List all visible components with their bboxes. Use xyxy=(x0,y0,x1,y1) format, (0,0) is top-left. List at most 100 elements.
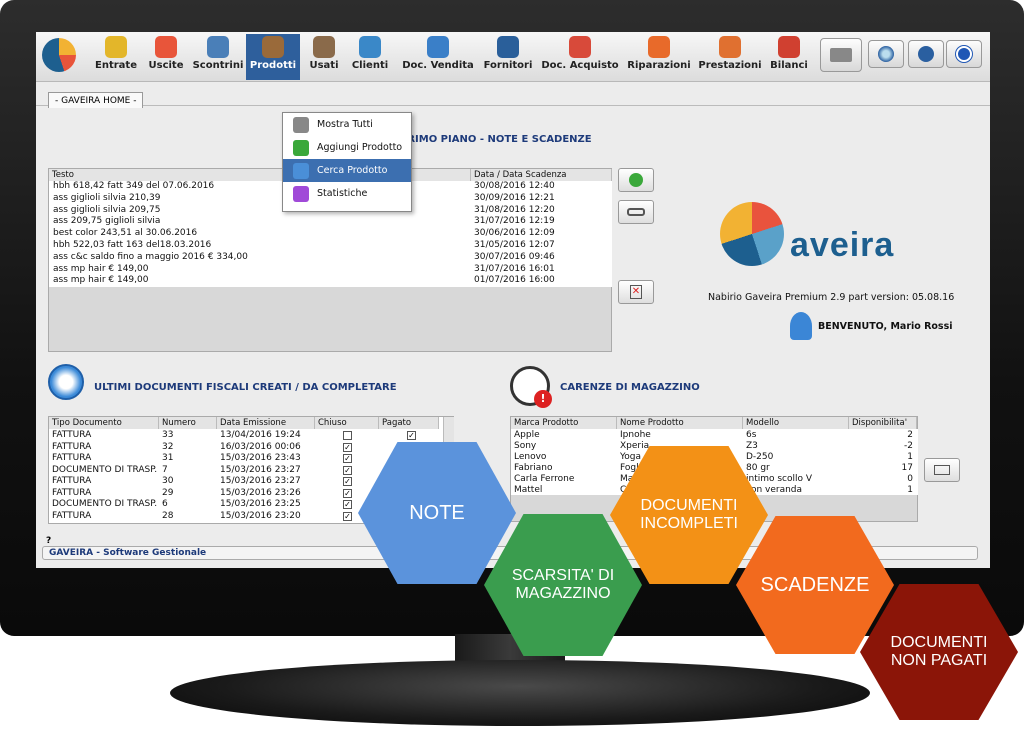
toolbar-label: Bilanci xyxy=(770,60,808,71)
toolbar-riparazioni[interactable]: Riparazioni xyxy=(626,34,692,80)
stock-col-2[interactable]: Modello xyxy=(743,417,849,429)
toolbar-uscite[interactable]: Uscite xyxy=(144,34,188,80)
note-row[interactable]: best color 243,51 al 30.06.2016 30/06/201… xyxy=(49,228,612,240)
toolbar-label: Prodotti xyxy=(249,60,297,71)
search-icon xyxy=(293,163,309,179)
notes-col-date[interactable]: Data / Data Scadenza xyxy=(471,169,612,181)
document-tipo: FATTURA xyxy=(52,441,92,452)
documents-col-1[interactable]: Numero xyxy=(159,417,217,429)
note-date: 01/07/2016 16:00 xyxy=(474,275,555,286)
box-icon xyxy=(262,36,284,58)
document-row[interactable]: FATTURA3216/03/2016 00:06✓✓ xyxy=(49,442,441,453)
help-mark[interactable]: ? xyxy=(46,536,51,546)
monitor-base xyxy=(170,660,870,726)
note-text: ass 209,75 giglioli silvia xyxy=(53,216,161,227)
stock-modello: con veranda xyxy=(746,485,803,495)
chiuso-checkbox[interactable]: ✓ xyxy=(343,488,352,498)
menu-item-mostra-tutti[interactable]: Mostra Tutti xyxy=(283,113,411,136)
toolbar-prestazioni[interactable]: Prestazioni xyxy=(696,34,764,80)
sale-document-icon xyxy=(427,36,449,58)
minimize-button[interactable] xyxy=(908,40,944,68)
coin-out-icon xyxy=(155,36,177,58)
documents-col-3[interactable]: Chiuso xyxy=(315,417,379,429)
alert-icon: ! xyxy=(534,390,552,408)
chiuso-checkbox[interactable]: ✓ xyxy=(343,442,352,452)
note-row[interactable]: ass mp hair € 149,00 31/07/2016 16:01 xyxy=(49,264,612,276)
note-row[interactable]: ass mp hair € 149,00 01/07/2016 16:00 xyxy=(49,275,612,287)
chiuso-checkbox[interactable]: ✓ xyxy=(343,454,352,463)
chiuso-checkbox[interactable]: ✓ xyxy=(343,500,352,509)
toolbar-label: Prestazioni xyxy=(698,60,762,71)
document-num: 6 xyxy=(162,499,168,509)
toolbar-scontrini[interactable]: Scontrini xyxy=(192,34,244,80)
menu-item-statistiche[interactable]: Statistiche xyxy=(283,182,411,205)
toolbar-doc-vendita[interactable]: Doc. Vendita xyxy=(398,34,478,80)
stock-disp: 2 xyxy=(907,430,913,440)
note-row[interactable]: ass c&c saldo fino a maggio 2016 € 334,0… xyxy=(49,252,612,264)
stock-print-button[interactable] xyxy=(924,458,960,482)
printer-button[interactable] xyxy=(820,38,862,72)
toolbar-label: Doc. Acquisto xyxy=(541,60,619,71)
stock-modello: intimo scollo V xyxy=(746,474,813,484)
note-row[interactable]: hbh 522,03 fatt 163 del18.03.2016 31/05/2… xyxy=(49,240,612,252)
toolbar-prodotti[interactable]: Prodotti xyxy=(246,34,300,80)
welcome-text: BENVENUTO, Mario Rossi xyxy=(818,321,953,332)
document-num: 28 xyxy=(162,510,174,521)
document-tipo: FATTURA xyxy=(52,510,92,521)
used-box-icon xyxy=(313,36,335,58)
tab-home[interactable]: - GAVEIRA HOME - xyxy=(48,92,144,108)
stock-row[interactable]: Apple Ipnohe 6s 2 xyxy=(511,430,918,441)
documents-col-0[interactable]: Tipo Documento xyxy=(49,417,159,429)
edit-note-button[interactable] xyxy=(618,200,654,224)
add-note-button[interactable] xyxy=(618,168,654,192)
documents-col-2[interactable]: Data Emissione xyxy=(217,417,315,429)
toolbar-bilanci[interactable]: Bilanci xyxy=(768,34,810,80)
document-row[interactable]: FATTURA 33 13/04/2016 19:24 ✓ xyxy=(49,430,441,441)
chiuso-checkbox[interactable]: ✓ xyxy=(343,465,352,475)
document-row[interactable]: FATTURA3115/03/2016 23:43✓✓ xyxy=(49,453,441,464)
stock-col-0[interactable]: Marca Prodotto xyxy=(511,417,617,429)
tab-bar xyxy=(36,82,990,106)
chiuso-checkbox[interactable] xyxy=(343,431,352,440)
document-data: 15/03/2016 23:20 xyxy=(220,510,301,521)
print-icon xyxy=(934,465,950,475)
settings-button[interactable] xyxy=(868,40,904,68)
toolbar-doc-acquisto[interactable]: Doc. Acquisto xyxy=(538,34,622,80)
document-num: 33 xyxy=(162,430,174,440)
power-button[interactable] xyxy=(946,40,982,68)
delete-note-button[interactable]: ✕ xyxy=(618,280,654,304)
gaveira-logo xyxy=(720,202,784,266)
menu-item-aggiungi-prodotto[interactable]: Aggiungi Prodotto xyxy=(283,136,411,159)
pagato-checkbox[interactable]: ✓ xyxy=(407,431,416,440)
menu-item-label: Statistiche xyxy=(317,188,368,199)
toolbar-entrate[interactable]: Entrate xyxy=(92,34,140,80)
menu-item-cerca-prodotto[interactable]: Cerca Prodotto xyxy=(283,159,411,182)
add-icon xyxy=(293,140,309,156)
document-data: 15/03/2016 23:27 xyxy=(220,464,301,475)
user-icon xyxy=(790,312,812,340)
document-tipo: FATTURA xyxy=(52,476,92,486)
delete-icon: ✕ xyxy=(630,285,642,299)
suppliers-icon xyxy=(497,36,519,58)
document-tipo: FATTURA xyxy=(52,453,92,463)
chiuso-checkbox[interactable]: ✓ xyxy=(343,477,352,486)
note-row[interactable]: ass 209,75 giglioli silvia 31/07/2016 12:… xyxy=(49,216,612,228)
chiuso-checkbox[interactable]: ✓ xyxy=(343,511,352,521)
toolbar-usati[interactable]: Usati xyxy=(304,34,344,80)
notes-title: PRIMO PIANO - NOTE E SCADENZE xyxy=(400,134,592,145)
documents-col-4[interactable]: Pagato xyxy=(379,417,439,429)
status-footer-text: GAVEIRA - Software Gestionale xyxy=(49,548,207,558)
note-date: 30/09/2016 12:21 xyxy=(474,192,555,203)
stock-col-3[interactable]: Disponibilita' xyxy=(849,417,917,429)
stock-col-1[interactable]: Nome Prodotto xyxy=(617,417,743,429)
document-data: 15/03/2016 23:27 xyxy=(220,476,301,486)
toolbar-label: Riparazioni xyxy=(627,60,691,71)
stock-modello: D-250 xyxy=(746,452,774,462)
toolbar-clienti[interactable]: Clienti xyxy=(348,34,392,80)
note-date: 30/06/2016 12:09 xyxy=(474,228,555,239)
toolbar-fornitori[interactable]: Fornitori xyxy=(482,34,534,80)
document-num: 32 xyxy=(162,441,174,452)
stock-disp: 17 xyxy=(901,463,913,473)
app-logo-icon[interactable] xyxy=(42,38,76,72)
document-tipo: DOCUMENTO DI TRASP... xyxy=(52,464,158,475)
